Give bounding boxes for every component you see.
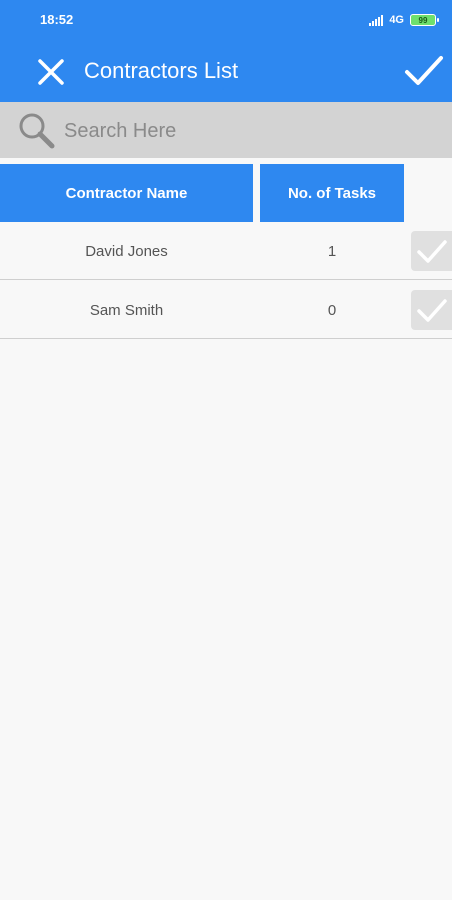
checkmark-icon xyxy=(417,299,447,322)
checkmark-icon[interactable] xyxy=(404,52,444,90)
status-indicators: 4G 99 xyxy=(369,11,439,29)
search-icon xyxy=(19,113,55,149)
app-bar: Contractors List xyxy=(0,40,452,102)
battery-icon: 99 xyxy=(410,14,439,26)
search-bar xyxy=(0,102,452,158)
battery-level: 99 xyxy=(418,15,428,25)
contractor-name: Sam Smith xyxy=(89,301,164,319)
close-icon[interactable] xyxy=(34,55,68,89)
status-bar: 18:52 4G 99 xyxy=(0,0,452,40)
table-row[interactable]: Sam Smith 0 xyxy=(0,281,452,339)
page-title: Contractors List xyxy=(84,58,239,83)
row-checkbox[interactable] xyxy=(411,290,452,330)
task-count: 0 xyxy=(327,301,337,319)
signal-icon xyxy=(369,14,384,26)
table-row[interactable]: David Jones 1 xyxy=(0,222,452,280)
checkmark-icon xyxy=(417,240,447,263)
task-count: 1 xyxy=(327,242,337,260)
contractor-name: David Jones xyxy=(85,242,168,260)
search-input[interactable] xyxy=(64,114,424,148)
status-time: 18:52 xyxy=(40,12,74,27)
row-checkbox[interactable] xyxy=(411,231,452,271)
network-type: 4G xyxy=(389,14,404,26)
column-header-contractor-name[interactable]: Contractor Name xyxy=(0,164,253,222)
column-header-no-of-tasks[interactable]: No. of Tasks xyxy=(260,164,404,222)
